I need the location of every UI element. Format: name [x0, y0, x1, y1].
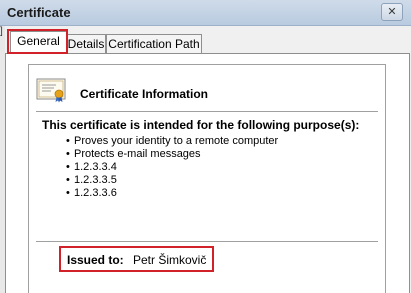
issued-to-label: Issued to:: [67, 253, 124, 267]
issued-divider: [36, 241, 378, 242]
issued-to-value: Petr Šimkovič: [133, 253, 207, 267]
header-divider: [36, 111, 378, 112]
certificate-icon: [36, 78, 66, 103]
tab-general[interactable]: General: [10, 31, 67, 54]
purpose-item: • Protects e-mail messages: [66, 148, 201, 160]
purpose-list: • Proves your identity to a remote comput…: [66, 135, 278, 200]
purpose-item: • 1.2.3.3.5: [66, 174, 117, 186]
close-icon: ✕: [387, 6, 397, 18]
tab-details-label: Details: [67, 37, 105, 51]
background-window-marker: ]: [0, 26, 3, 37]
tab-general-label: General: [17, 34, 60, 48]
purpose-item: • Proves your identity to a remote comput…: [66, 135, 279, 147]
purpose-item: • 1.2.3.3.6: [66, 187, 117, 199]
tab-certification-path-label: Certification Path: [108, 37, 200, 51]
window-title: Certificate: [7, 5, 71, 20]
purpose-item: • 1.2.3.3.4: [66, 161, 117, 173]
title-bar[interactable]: Certificate ✕: [0, 0, 411, 26]
tab-details[interactable]: Details: [66, 34, 106, 53]
purpose-heading: This certificate is intended for the fol…: [42, 118, 360, 132]
certificate-window: Certificate ✕ ] Details Certification Pa…: [0, 0, 411, 293]
close-button[interactable]: ✕: [381, 3, 403, 21]
tab-certification-path[interactable]: Certification Path: [106, 34, 202, 53]
certificate-info-heading: Certificate Information: [80, 87, 209, 101]
